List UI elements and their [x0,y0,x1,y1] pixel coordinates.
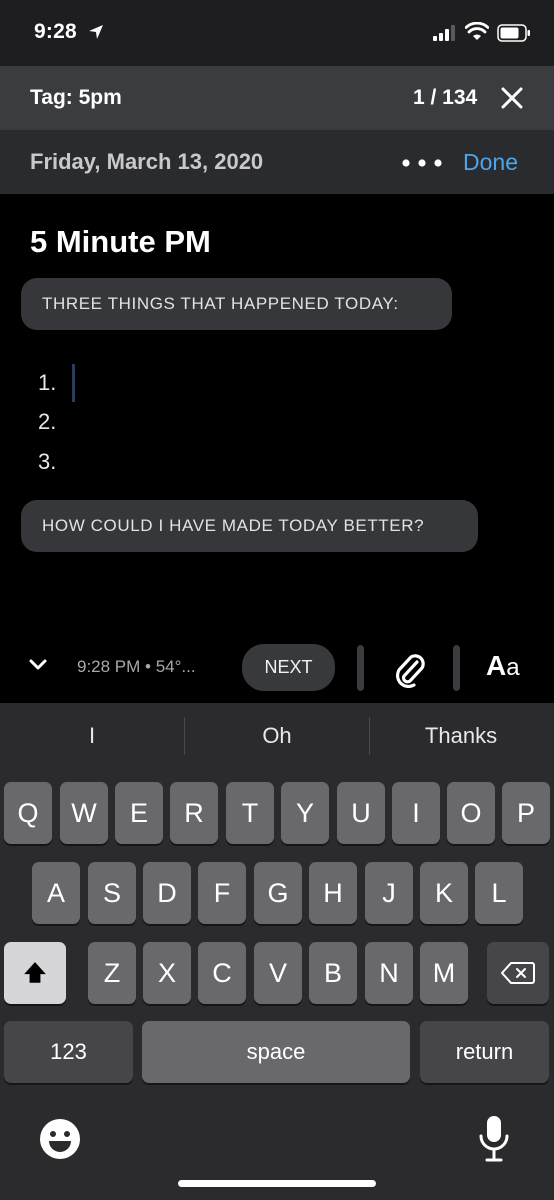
prompt-block[interactable]: THREE THINGS THAT HAPPENED TODAY: [21,278,452,330]
entry-metadata[interactable]: 9:28 PM • 54°... [77,657,196,677]
key[interactable]: A [32,862,80,924]
location-arrow-icon [89,25,103,39]
key[interactable]: E [115,782,163,844]
format-label-large: A [486,650,507,681]
key[interactable]: W [60,782,108,844]
paperclip-icon[interactable] [392,650,426,688]
cellular-signal-icon [433,25,455,41]
format-label-small: a [506,654,520,681]
key[interactable]: F [198,862,246,924]
key[interactable]: U [337,782,385,844]
key[interactable]: S [88,862,136,924]
suggestion-divider [184,717,185,755]
done-button[interactable]: Done [463,149,518,176]
shift-arrow-icon [24,962,46,983]
text-cursor [72,364,75,402]
key[interactable]: G [254,862,302,924]
space-key[interactable]: space [142,1021,410,1083]
list-item[interactable]: 2. [38,409,56,435]
entry-title[interactable]: 5 Minute PM [30,224,211,260]
emoji-icon[interactable] [38,1117,82,1161]
key[interactable]: R [170,782,218,844]
key[interactable]: N [365,942,413,1004]
delete-key[interactable] [487,942,549,1004]
next-button[interactable]: NEXT [242,644,335,691]
key[interactable]: C [198,942,246,1004]
key[interactable]: O [447,782,495,844]
key[interactable]: L [475,862,523,924]
key[interactable]: V [254,942,302,1004]
suggestion-item[interactable]: Thanks [386,723,536,749]
key[interactable]: J [365,862,413,924]
key[interactable]: B [309,942,357,1004]
key[interactable]: Y [281,782,329,844]
key[interactable]: I [392,782,440,844]
key[interactable]: K [420,862,468,924]
shift-key[interactable] [4,942,66,1004]
return-key[interactable]: return [420,1021,549,1083]
key[interactable]: H [309,862,357,924]
key[interactable]: D [143,862,191,924]
home-indicator [178,1180,376,1187]
key[interactable]: Z [88,942,136,1004]
suggestion-divider [369,717,370,755]
close-icon[interactable] [500,86,524,110]
numbers-key[interactable]: 123 [4,1021,133,1083]
list-item[interactable]: 3. [38,449,56,475]
toolbar-divider [453,645,460,691]
list-item[interactable]: 1. [38,370,56,396]
suggestion-item[interactable]: I [17,723,167,749]
toolbar-divider [357,645,364,691]
microphone-icon[interactable] [478,1114,510,1164]
prompt-block[interactable]: HOW COULD I HAVE MADE TODAY BETTER? [21,500,478,552]
chevron-down-icon[interactable] [28,658,48,672]
more-options-icon[interactable] [402,159,442,167]
tag-label[interactable]: Tag: 5pm [30,86,122,110]
entry-date[interactable]: Friday, March 13, 2020 [30,149,263,175]
status-time: 9:28 [34,20,77,43]
key[interactable]: Q [4,782,52,844]
key[interactable]: T [226,782,274,844]
backspace-icon [501,962,535,984]
battery-icon [497,24,530,42]
suggestion-item[interactable]: Oh [202,723,352,749]
key[interactable]: P [502,782,550,844]
text-format-button[interactable]: Aa [486,650,520,682]
wifi-icon [465,22,489,40]
key[interactable]: M [420,942,468,1004]
entry-count: 1 / 134 [413,86,478,109]
key[interactable]: X [143,942,191,1004]
